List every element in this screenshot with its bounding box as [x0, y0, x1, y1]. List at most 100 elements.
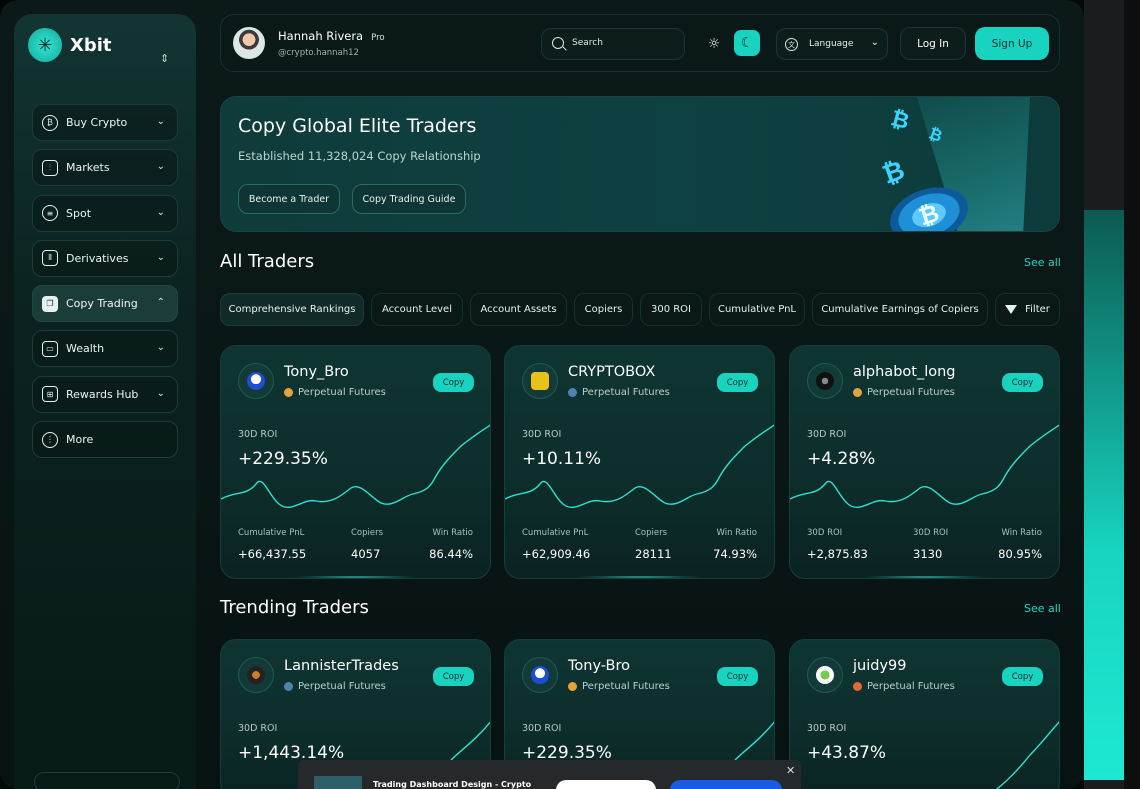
search-icon — [552, 37, 564, 49]
tab-cumulative-pnl[interactable]: Cumulative PnL — [709, 293, 805, 326]
banner-subtitle: Established 11,328,024 Copy Relationship — [238, 149, 481, 163]
sidebar-item-label: Wealth — [66, 342, 105, 356]
market-badge-icon — [568, 388, 577, 397]
trader-market-label: Perpetual Futures — [582, 681, 670, 692]
chevron-down-icon: ⌄ — [156, 342, 165, 354]
roi-label: 30D ROI — [238, 723, 278, 734]
trader-market-label: Perpetual Futures — [582, 387, 670, 398]
copy-button[interactable]: Copy — [1002, 667, 1043, 686]
trader-card[interactable]: Tony_Bro Perpetual Futures Copy 30D ROI … — [220, 345, 491, 579]
app-frame: ✳ Xbit ⇕ ₿ Buy Crypto ⌄ ⫶ Markets ⌄ ≡ Sp… — [0, 0, 1084, 789]
copy-button[interactable]: Copy — [433, 373, 474, 392]
tab-comprehensive-rankings[interactable]: Comprehensive Rankings — [220, 293, 364, 326]
sidebar-item-label: Spot — [66, 206, 92, 220]
trader-market: Perpetual Futures — [568, 387, 670, 398]
language-select[interactable]: 文 Language ⌄ — [776, 28, 888, 60]
sidebar-item-spot[interactable]: ≡ Spot ⌄ — [32, 194, 178, 232]
tab-account-level[interactable]: Account Level — [371, 293, 463, 326]
sidebar-item-wealth[interactable]: ▭ Wealth ⌄ — [32, 330, 178, 368]
more-icon: ⋮ — [42, 431, 58, 448]
chevron-down-icon: ⌄ — [156, 251, 165, 263]
copy-button[interactable]: Copy — [717, 373, 758, 392]
ranking-tabs: Comprehensive Rankings Account Level Acc… — [220, 293, 1060, 327]
trader-name: Tony_Bro — [284, 364, 349, 380]
stat-value: 4057 — [351, 547, 381, 561]
trader-market: Perpetual Futures — [284, 387, 386, 398]
chevron-down-icon: ⌄ — [156, 206, 165, 218]
tab-300-roi[interactable]: 300 ROI — [640, 293, 702, 326]
tab-cumulative-earnings[interactable]: Cumulative Earnings of Copiers — [812, 293, 988, 326]
stat-label: 30D ROI — [913, 528, 949, 538]
filter-button[interactable]: Filter — [995, 293, 1060, 326]
roi-value: +4.28% — [807, 449, 876, 469]
chevron-down-icon: ⌄ — [156, 116, 165, 127]
popup-secondary-button[interactable] — [556, 780, 656, 789]
become-trader-button[interactable]: Become a Trader — [238, 184, 340, 214]
candles-icon: ⫶ — [42, 159, 58, 176]
trader-card[interactable]: alphabot_long Perpetual Futures Copy 30D… — [789, 345, 1060, 579]
all-traders-see-all-link[interactable]: See all — [1024, 256, 1061, 269]
search-placeholder: Search — [572, 38, 603, 48]
trader-name: CRYPTOBOX — [568, 364, 656, 380]
popup-primary-button[interactable] — [670, 780, 782, 789]
sidebar-item-markets[interactable]: ⫶ Markets ⌄ — [32, 149, 178, 187]
copy-button[interactable]: Copy — [717, 667, 758, 686]
moon-icon[interactable]: ☾ — [734, 30, 760, 56]
user-tier-badge: Pro — [371, 33, 385, 43]
copy-trading-guide-button[interactable]: Copy Trading Guide — [352, 184, 466, 214]
tab-copiers[interactable]: Copiers — [574, 293, 633, 326]
sidebar-item-rewards-hub[interactable]: ⊞ Rewards Hub ⌄ — [32, 375, 178, 413]
copy-button[interactable]: Copy — [1002, 373, 1043, 392]
sidebar-item-more[interactable]: ⋮ More — [32, 421, 178, 459]
bitcoin-icon: ₿ — [42, 114, 58, 131]
stat-label: 30D ROI — [807, 528, 843, 538]
search-input[interactable]: Search — [541, 28, 685, 60]
stat-label: Win Ratio — [716, 528, 758, 538]
bottom-popup: Trading Dashboard Design - Crypto ✕ — [298, 760, 801, 789]
signup-button[interactable]: Sign Up — [975, 27, 1049, 60]
card-glow — [291, 576, 420, 578]
avatar[interactable] — [233, 27, 265, 59]
market-badge-icon — [284, 682, 293, 691]
sidebar-bottom-item[interactable] — [34, 772, 180, 789]
stat-label: Win Ratio — [432, 528, 474, 538]
tab-account-assets[interactable]: Account Assets — [470, 293, 567, 326]
trader-market: Perpetual Futures — [568, 681, 670, 692]
chevron-up-icon: ⌃ — [156, 297, 165, 309]
bitcoin-icon: ₿ — [887, 106, 912, 135]
close-icon[interactable]: ✕ — [786, 764, 795, 777]
trader-avatar — [238, 657, 274, 693]
sidebar-nav: ₿ Buy Crypto ⌄ ⫶ Markets ⌄ ≡ Spot ⌄ ⫴ De… — [32, 104, 178, 466]
trader-avatar — [522, 657, 558, 693]
user-name-row: Hannah Rivera Pro — [278, 29, 385, 43]
sidebar-item-derivatives[interactable]: ⫴ Derivatives ⌄ — [32, 239, 178, 277]
market-badge-icon — [284, 388, 293, 397]
trader-market: Perpetual Futures — [853, 681, 955, 692]
stat-value: 86.44% — [429, 547, 473, 561]
trending-see-all-link[interactable]: See all — [1024, 602, 1061, 615]
language-label: Language — [809, 39, 854, 49]
window-edge — [1124, 0, 1140, 789]
trader-name: Tony-Bro — [568, 658, 630, 674]
hero-banner: ₿ ₿ ₿ ₿ Copy Global Elite Traders Establ… — [220, 96, 1060, 232]
trader-card[interactable]: juidy99 Perpetual Futures Copy 30D ROI +… — [789, 639, 1060, 789]
copy-button[interactable]: Copy — [433, 667, 474, 686]
trader-market-label: Perpetual Futures — [298, 387, 386, 398]
sidebar-item-buy-crypto[interactable]: ₿ Buy Crypto ⌄ — [32, 104, 178, 141]
trader-avatar — [238, 363, 274, 399]
trader-avatar — [807, 657, 843, 693]
trader-card[interactable]: CRYPTOBOX Perpetual Futures Copy 30D ROI… — [504, 345, 775, 579]
trader-market: Perpetual Futures — [284, 681, 386, 692]
stat-value: 3130 — [913, 547, 943, 561]
sidebar-item-copy-trading[interactable]: ❐ Copy Trading ⌃ — [32, 285, 178, 323]
roi-value: +43.87% — [807, 743, 887, 763]
sidebar-item-label: Copy Trading — [66, 297, 138, 311]
sidebar-toggle-icon[interactable]: ⇕ — [160, 52, 169, 65]
roi-value: +229.35% — [238, 449, 328, 469]
sun-icon[interactable]: ☼ — [701, 31, 727, 57]
stat-value: +62,909.46 — [522, 547, 591, 561]
logo[interactable]: ✳ Xbit — [28, 28, 112, 62]
login-button[interactable]: Log In — [900, 27, 966, 60]
all-traders-title: All Traders — [220, 251, 315, 272]
user-handle: @crypto.hannah12 — [278, 48, 359, 58]
